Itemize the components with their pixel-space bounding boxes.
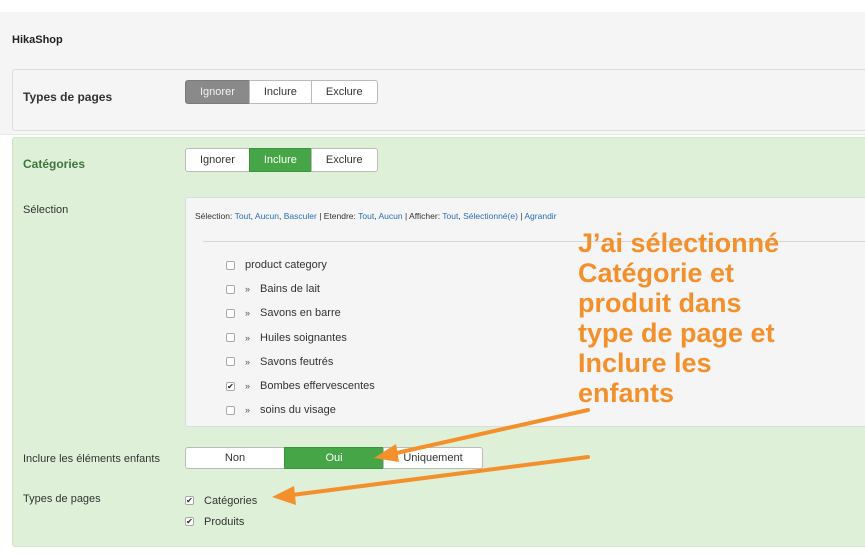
page-types-list: ✔ Catégories ✔ Produits — [185, 490, 257, 532]
tree-item-label: product category — [245, 259, 327, 272]
child-indicator-icon: » — [245, 356, 251, 367]
types-de-pages-label: Types de pages — [23, 90, 113, 104]
include-children-uniquement-button[interactable]: Uniquement — [383, 447, 483, 469]
annotation-line: J’ai sélectionné — [578, 228, 780, 258]
categories-exclure-button[interactable]: Exclure — [310, 148, 378, 172]
tree-item-label: Bombes effervescentes — [260, 380, 375, 393]
page-type-label: Produits — [204, 515, 245, 528]
annotation-line: produit dans — [578, 288, 742, 318]
category-tree: product category » Bains de lait » Savon… — [226, 253, 375, 422]
tree-checkbox[interactable] — [226, 308, 235, 318]
select-all-link[interactable]: Tout — [235, 211, 251, 221]
tree-item[interactable]: » Savons en barre — [226, 301, 375, 325]
show-all-link[interactable]: Tout — [442, 211, 458, 221]
annotation-line: enfants — [578, 378, 675, 408]
tree-item[interactable]: » Bains de lait — [226, 277, 375, 301]
child-indicator-icon: » — [245, 308, 251, 319]
categories-inclure-button[interactable]: Inclure — [248, 148, 312, 172]
page-type-label: Catégories — [204, 494, 258, 507]
selection-label: Sélection — [23, 204, 69, 216]
include-children-label: Inclure les éléments enfants — [23, 453, 160, 465]
tree-item-label: Huiles soignantes — [260, 331, 347, 344]
tree-checkbox[interactable] — [226, 405, 235, 415]
include-children-non-button[interactable]: Non — [185, 447, 285, 469]
categories-toggle: Ignorer Inclure Exclure — [185, 148, 378, 172]
checkbox-checked[interactable]: ✔ — [185, 496, 194, 505]
checkbox-checked[interactable]: ✔ — [185, 517, 194, 526]
tree-checkbox-checked[interactable]: ✔ — [226, 381, 235, 391]
tree-checkbox[interactable] — [226, 333, 235, 343]
annotation-text: J’ai sélectionné Catégorie et produit da… — [578, 228, 865, 408]
types-de-pages-box: Types de pages Ignorer Inclure Exclure — [12, 69, 865, 131]
selection-prefix: Sélection: — [195, 211, 233, 221]
tree-item-label: Bains de lait — [260, 283, 320, 296]
tree-item-root[interactable]: product category — [226, 253, 375, 277]
annotation-line: Inclure les — [578, 348, 712, 378]
tree-checkbox[interactable] — [226, 260, 235, 270]
categories-ignorer-button[interactable]: Ignorer — [185, 148, 250, 172]
tree-item-label: soins du visage — [260, 404, 336, 417]
expand-all-link[interactable]: Tout — [358, 211, 374, 221]
types-exclure-button[interactable]: Exclure — [310, 80, 378, 104]
categories-label: Catégories — [23, 157, 86, 171]
annotation-line: type de page et — [578, 318, 775, 348]
tree-checkbox[interactable] — [226, 357, 235, 367]
app-title: HikaShop — [12, 34, 63, 46]
include-children-toggle: Non Oui Uniquement — [185, 447, 483, 469]
child-indicator-icon: » — [245, 405, 251, 416]
expand-prefix: Etendre: — [323, 211, 356, 221]
tree-item-label: Savons en barre — [260, 307, 341, 320]
annotation-line: Catégorie et — [578, 258, 735, 288]
child-indicator-icon: » — [245, 332, 251, 343]
hikashop-panel: HikaShop Types de pages Ignorer Inclure … — [0, 12, 865, 135]
tree-item[interactable]: » soins du visage — [226, 398, 375, 422]
page-type-categories[interactable]: ✔ Catégories — [185, 490, 257, 511]
types-inclure-button[interactable]: Inclure — [248, 80, 312, 104]
tree-item[interactable]: ✔ » Bombes effervescentes — [226, 374, 375, 398]
enlarge-link[interactable]: Agrandir — [524, 211, 556, 221]
tree-item[interactable]: » Huiles soignantes — [226, 326, 375, 350]
select-none-link[interactable]: Aucun — [255, 211, 279, 221]
child-indicator-icon: » — [245, 284, 251, 295]
toggle-selection-link[interactable]: Basculer — [284, 211, 317, 221]
show-prefix: Afficher: — [409, 211, 441, 221]
expand-none-link[interactable]: Aucun — [378, 211, 402, 221]
child-indicator-icon: » — [245, 381, 251, 392]
include-children-oui-button[interactable]: Oui — [284, 447, 384, 469]
types-de-pages-toggle: Ignorer Inclure Exclure — [185, 80, 378, 104]
tree-checkbox[interactable] — [226, 284, 235, 294]
show-selected-link[interactable]: Sélectionné(e) — [463, 211, 518, 221]
page-types-label: Types de pages — [23, 493, 101, 505]
selection-toolbar: Sélection: Tout, Aucun, Basculer | Etend… — [195, 211, 557, 221]
page-type-produits[interactable]: ✔ Produits — [185, 511, 257, 532]
tree-item-label: Savons feutrés — [260, 355, 334, 368]
types-ignorer-button[interactable]: Ignorer — [185, 80, 250, 104]
tree-item[interactable]: » Savons feutrés — [226, 350, 375, 374]
